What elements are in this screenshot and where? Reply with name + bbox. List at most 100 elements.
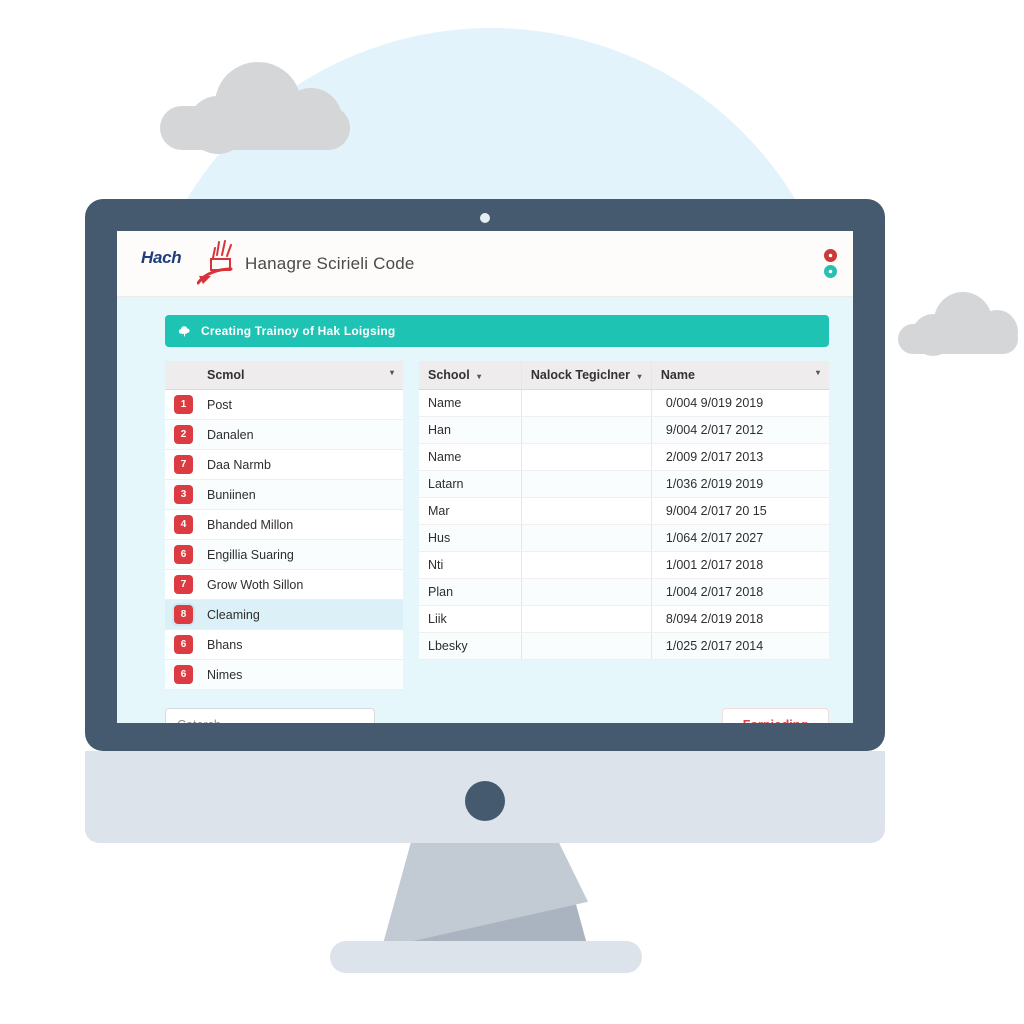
row-label-cell: Cleaming bbox=[198, 599, 403, 630]
row-badge-cell: 8 bbox=[165, 599, 198, 630]
logo-wordmark: Hach bbox=[141, 247, 182, 267]
row-label-cell: Danalen bbox=[198, 419, 403, 450]
table-row[interactable]: 8 Cleaming bbox=[165, 599, 403, 630]
monitor-bezel: Hach Hanagre Scirieli Code Creating Trai… bbox=[85, 199, 885, 751]
notification-banner: Creating Trainoy of Hak Loigsing bbox=[165, 315, 829, 347]
row-label-cell: Engillia Suaring bbox=[198, 539, 403, 570]
row-badge: 1 bbox=[174, 395, 193, 414]
cloud-upload-icon bbox=[178, 325, 190, 337]
row-badge: 7 bbox=[174, 575, 193, 594]
cell-school: Liik bbox=[419, 605, 522, 633]
header-icon-group bbox=[824, 249, 837, 278]
cell-nalock bbox=[520, 551, 652, 579]
right-column-header-name[interactable]: Name ▾ bbox=[650, 361, 829, 390]
cell-nalock bbox=[520, 524, 652, 552]
table-row[interactable]: 2 Danalen bbox=[165, 419, 403, 450]
table-row[interactable]: Latarn 1/036 2/019 2019 bbox=[419, 470, 829, 498]
cloud-decoration-right bbox=[898, 292, 1018, 356]
row-badge-cell: 2 bbox=[165, 419, 198, 450]
cell-nalock bbox=[520, 497, 652, 525]
right-column-header-school[interactable]: School ▾ bbox=[419, 361, 522, 390]
right-table-header-row: School ▾ Nalock Tegiclner ▾ Name ▾ bbox=[419, 361, 829, 390]
chevron-down-icon[interactable]: ▾ bbox=[816, 368, 820, 377]
filter-select-value: Coterch bbox=[177, 718, 221, 723]
cell-school: Plan bbox=[419, 578, 522, 606]
red-swoosh-logo-icon bbox=[197, 239, 233, 284]
right-header-label-2: Name bbox=[660, 368, 695, 382]
cell-name: 1/001 2/017 2018 bbox=[650, 551, 829, 579]
table-row[interactable]: 6 Engillia Suaring bbox=[165, 539, 403, 570]
left-table: Scmol ▾ 1 Post 2 Danalen 7 Daa Narmb 3 Buniinen… bbox=[165, 361, 403, 690]
cell-nalock bbox=[520, 632, 652, 660]
table-row[interactable]: 7 Daa Narmb bbox=[165, 449, 403, 480]
chevron-down-icon[interactable]: ▾ bbox=[637, 372, 641, 381]
chevron-down-icon[interactable]: ▾ bbox=[477, 372, 481, 381]
right-header-label-1: Nalock Tegiclner bbox=[530, 368, 630, 382]
table-row[interactable]: 4 Bhanded Millon bbox=[165, 509, 403, 540]
table-row[interactable]: 6 Bhans bbox=[165, 629, 403, 660]
table-row[interactable]: 3 Buniinen bbox=[165, 479, 403, 510]
table-row[interactable]: Nti 1/001 2/017 2018 bbox=[419, 551, 829, 579]
row-badge-cell: 7 bbox=[165, 449, 198, 480]
power-button-icon[interactable] bbox=[465, 781, 505, 821]
alert-dot-icon[interactable] bbox=[824, 249, 837, 262]
cell-school: Mar bbox=[419, 497, 522, 525]
table-row[interactable]: Han 9/004 2/017 2012 bbox=[419, 416, 829, 444]
banner-label: Creating Trainoy of Hak Loigsing bbox=[201, 324, 396, 338]
left-list-panel: Scmol ▾ 1 Post 2 Danalen 7 Daa Narmb 3 Buniinen… bbox=[165, 361, 403, 690]
table-row[interactable]: 1 Post bbox=[165, 389, 403, 420]
monitor-chin bbox=[85, 751, 885, 843]
chevron-down-icon[interactable]: ▾ bbox=[358, 720, 363, 724]
left-badge-column-header bbox=[165, 361, 198, 390]
cell-school: Han bbox=[419, 416, 522, 444]
row-badge: 6 bbox=[174, 545, 193, 564]
app-header: Hach Hanagre Scirieli Code bbox=[117, 231, 853, 297]
status-dot-icon[interactable] bbox=[824, 265, 837, 278]
cell-name: 9/004 2/017 20 15 bbox=[650, 497, 829, 525]
table-row[interactable]: Liik 8/094 2/019 2018 bbox=[419, 605, 829, 633]
cloud-decoration-left bbox=[160, 62, 350, 154]
cell-nalock bbox=[520, 416, 652, 444]
cell-nalock bbox=[520, 578, 652, 606]
row-label-cell: Bhans bbox=[198, 629, 403, 660]
row-label-cell: Nimes bbox=[198, 659, 403, 690]
app-logo: Hach bbox=[137, 239, 233, 289]
table-row[interactable]: Lbesky 1/025 2/017 2014 bbox=[419, 632, 829, 660]
row-badge-cell: 4 bbox=[165, 509, 198, 540]
table-row[interactable]: 7 Grow Woth Sillon bbox=[165, 569, 403, 600]
row-label-cell: Bhanded Millon bbox=[198, 509, 403, 540]
monitor-stand-base bbox=[330, 941, 642, 973]
right-header-label-0: School bbox=[428, 368, 470, 382]
content-panels: Scmol ▾ 1 Post 2 Danalen 7 Daa Narmb 3 Buniinen… bbox=[117, 347, 853, 690]
footer-controls: Coterch ▾ Forpioding bbox=[117, 690, 853, 723]
table-row[interactable]: 6 Nimes bbox=[165, 659, 403, 690]
left-column-header-scmol[interactable]: Scmol ▾ bbox=[198, 361, 403, 390]
row-badge: 2 bbox=[174, 425, 193, 444]
right-table-panel: School ▾ Nalock Tegiclner ▾ Name ▾ Name … bbox=[419, 361, 829, 690]
table-row[interactable]: Mar 9/004 2/017 20 15 bbox=[419, 497, 829, 525]
row-badge: 6 bbox=[174, 665, 193, 684]
filter-select[interactable]: Coterch ▾ bbox=[165, 708, 375, 723]
table-row[interactable]: Hus 1/064 2/017 2027 bbox=[419, 524, 829, 552]
cell-school: Name bbox=[419, 389, 522, 417]
table-row[interactable]: Plan 1/004 2/017 2018 bbox=[419, 578, 829, 606]
cell-name: 9/004 2/017 2012 bbox=[650, 416, 829, 444]
chevron-down-icon[interactable]: ▾ bbox=[390, 368, 394, 377]
row-badge: 6 bbox=[174, 635, 193, 654]
forpioding-button[interactable]: Forpioding bbox=[721, 708, 829, 723]
row-badge: 4 bbox=[174, 515, 193, 534]
cell-name: 1/025 2/017 2014 bbox=[650, 632, 829, 660]
row-badge-cell: 6 bbox=[165, 539, 198, 570]
cell-name: 1/064 2/017 2027 bbox=[650, 524, 829, 552]
cell-school: Name bbox=[419, 443, 522, 471]
table-row[interactable]: Name 0/004 9/019 2019 bbox=[419, 389, 829, 417]
row-label-cell: Post bbox=[198, 389, 403, 420]
row-badge: 8 bbox=[174, 605, 193, 624]
table-row[interactable]: Name 2/009 2/017 2013 bbox=[419, 443, 829, 471]
row-badge-cell: 7 bbox=[165, 569, 198, 600]
page-title: Hanagre Scirieli Code bbox=[245, 253, 415, 273]
right-column-header-nalock[interactable]: Nalock Tegiclner ▾ bbox=[520, 361, 652, 390]
row-badge: 3 bbox=[174, 485, 193, 504]
right-table: School ▾ Nalock Tegiclner ▾ Name ▾ Name … bbox=[419, 361, 829, 660]
cell-school: Hus bbox=[419, 524, 522, 552]
